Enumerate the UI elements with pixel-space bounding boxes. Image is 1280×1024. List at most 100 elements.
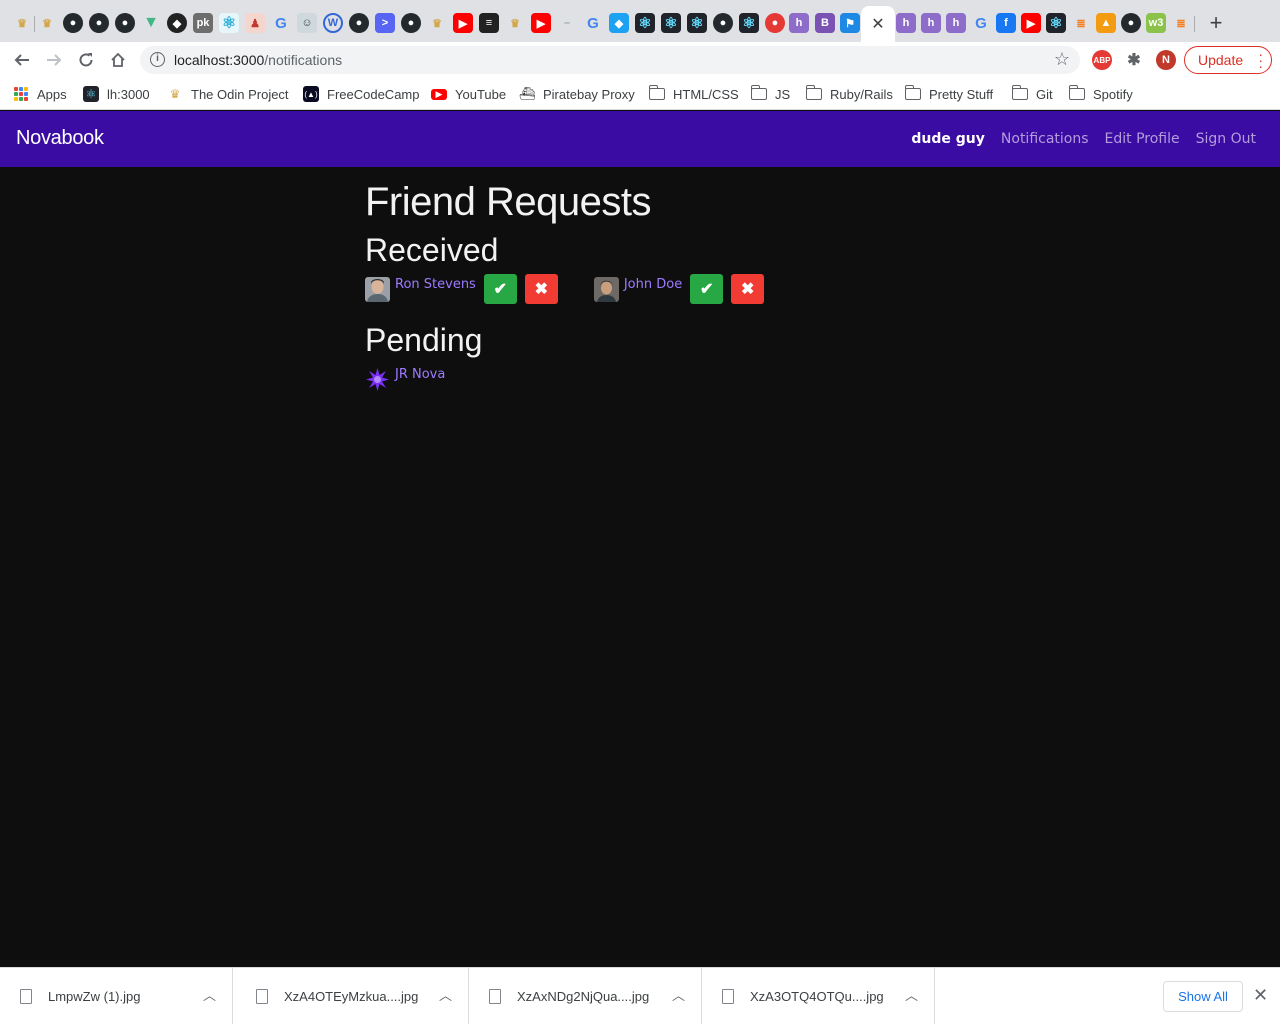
address-url: localhost:3000/notifications bbox=[174, 52, 343, 68]
accept-request-button[interactable]: ✔ bbox=[690, 274, 724, 304]
nav-sign-out[interactable]: Sign Out bbox=[1196, 131, 1256, 147]
bookmark-youtube[interactable]: ▶ YouTube bbox=[431, 84, 506, 104]
chevron-up-icon[interactable]: ︿ bbox=[203, 985, 216, 1004]
nav-current-user[interactable]: dude guy bbox=[911, 131, 985, 147]
decline-request-button[interactable]: ✖ bbox=[524, 274, 558, 304]
tab-heroku-icon[interactable]: h bbox=[896, 13, 916, 33]
tab-react-icon[interactable]: ⚛ bbox=[739, 13, 759, 33]
nav-notifications[interactable]: Notifications bbox=[1001, 131, 1089, 147]
tab-github-icon[interactable]: ● bbox=[89, 13, 109, 33]
tab-github-icon[interactable]: ● bbox=[401, 13, 421, 33]
tab-react-icon[interactable]: ⚛ bbox=[635, 13, 655, 33]
close-downloads-icon[interactable]: ✕ bbox=[1253, 985, 1268, 1006]
profile-avatar[interactable]: N bbox=[1156, 50, 1176, 70]
tab-odin-icon[interactable]: ♛ bbox=[37, 13, 57, 33]
download-filename: XzA3OTQ4OTQu....jpg bbox=[750, 989, 884, 1004]
tab-facebook-icon[interactable]: f bbox=[996, 13, 1016, 33]
chevron-up-icon[interactable]: ︿ bbox=[672, 985, 685, 1004]
tab-react-icon[interactable]: ⚛ bbox=[687, 13, 707, 33]
bookmark-star-icon[interactable]: ☆ bbox=[1054, 49, 1070, 70]
adblock-extension-icon[interactable]: ABP bbox=[1092, 50, 1112, 70]
bookmark-folder-ruby-rails[interactable]: Ruby/Rails bbox=[805, 84, 893, 104]
user-avatar[interactable] bbox=[365, 366, 390, 392]
tab-react-icon[interactable]: ⚛ bbox=[219, 13, 239, 33]
tab-react-icon[interactable]: ⚛ bbox=[1046, 13, 1066, 33]
tab-react-icon[interactable]: ⚛ bbox=[661, 13, 681, 33]
user-name-link[interactable]: Ron Stevens bbox=[395, 277, 476, 292]
bookmark-odin-project[interactable]: ♛ The Odin Project bbox=[167, 84, 289, 104]
tab-github-icon[interactable]: ● bbox=[1121, 13, 1141, 33]
download-item[interactable]: LmpwZw (1).jpg ︿ bbox=[0, 968, 233, 1024]
tab-bird-icon[interactable]: ◆ bbox=[609, 13, 629, 33]
tab-heroku-icon[interactable]: h bbox=[789, 13, 809, 33]
address-bar[interactable]: i localhost:3000/notifications ☆ bbox=[140, 46, 1080, 74]
tab-w3-icon[interactable]: w3 bbox=[1146, 13, 1166, 33]
user-avatar[interactable] bbox=[365, 276, 390, 302]
tab-odin-icon[interactable]: ♛ bbox=[505, 13, 525, 33]
tab-odin-icon[interactable]: ♛ bbox=[427, 13, 447, 33]
download-item[interactable]: XzAxNDg2NjQua....jpg ︿ bbox=[469, 968, 702, 1024]
tab-github-icon[interactable]: ● bbox=[63, 13, 83, 33]
back-arrow-icon[interactable] bbox=[10, 48, 34, 72]
brand-logo[interactable]: Novabook bbox=[16, 127, 104, 150]
tab-bootstrap-icon[interactable]: B bbox=[815, 13, 835, 33]
tab-youtube-icon[interactable]: ▶ bbox=[531, 13, 551, 33]
bookmark-apps[interactable]: Apps bbox=[14, 84, 67, 104]
tab-person-icon[interactable]: ♟ bbox=[245, 13, 265, 33]
decline-request-button[interactable]: ✖ bbox=[731, 274, 765, 304]
tab-stackoverflow-icon[interactable]: ≣ bbox=[1171, 13, 1191, 33]
chevron-up-icon[interactable]: ︿ bbox=[439, 985, 452, 1004]
tab-stackoverflow-icon[interactable]: ≣ bbox=[1071, 13, 1091, 33]
tab-heroku-icon[interactable]: h bbox=[921, 13, 941, 33]
tab-vue-icon[interactable]: ▼ bbox=[141, 13, 161, 33]
tab-google-icon[interactable]: G bbox=[971, 13, 991, 33]
close-icon: ✖ bbox=[534, 281, 549, 298]
bookmark-folder-git[interactable]: Git bbox=[1011, 84, 1053, 104]
tab-blank-icon[interactable]: – bbox=[557, 13, 577, 33]
tab-pk-icon[interactable]: pk bbox=[193, 13, 213, 33]
user-name-link[interactable]: John Doe bbox=[624, 277, 682, 292]
tab-heroku-icon[interactable]: h bbox=[946, 13, 966, 33]
download-filename: XzA4OTEyMzkua....jpg bbox=[284, 989, 419, 1004]
tab-triangle-icon[interactable]: ▲ bbox=[1096, 13, 1116, 33]
chevron-up-icon[interactable]: ︿ bbox=[905, 985, 918, 1004]
tab-avatar-icon[interactable]: ☺ bbox=[297, 13, 317, 33]
update-button[interactable]: Update · · · bbox=[1184, 46, 1272, 74]
tab-github-icon[interactable]: ● bbox=[713, 13, 733, 33]
folder-icon bbox=[1068, 85, 1085, 100]
tab-record-icon[interactable]: ● bbox=[765, 13, 785, 33]
tab-github-icon[interactable]: ● bbox=[349, 13, 369, 33]
download-item[interactable]: XzA3OTQ4OTQu....jpg ︿ bbox=[702, 968, 935, 1024]
bookmark-folder-spotify[interactable]: Spotify bbox=[1068, 84, 1133, 104]
tab-github-icon[interactable]: ● bbox=[115, 13, 135, 33]
bookmark-freecodecamp[interactable]: (▲) FreeCodeCamp bbox=[303, 84, 420, 104]
bookmark-piratebay[interactable]: ⛴ Piratebay Proxy bbox=[519, 84, 635, 104]
tab-google-icon[interactable]: G bbox=[583, 13, 603, 33]
tab-codepen-icon[interactable]: ◆ bbox=[167, 13, 187, 33]
user-name-link[interactable]: JR Nova bbox=[395, 367, 445, 382]
tab-w-icon[interactable]: W bbox=[323, 13, 343, 33]
tab-youtube-icon[interactable]: ▶ bbox=[1021, 13, 1041, 33]
tab-active-close-icon[interactable]: ✕ bbox=[861, 6, 895, 42]
tab-notion-icon[interactable]: ≡ bbox=[479, 13, 499, 33]
bookmark-folder-html-css[interactable]: HTML/CSS bbox=[648, 84, 739, 104]
tab-terminal-icon[interactable]: > bbox=[375, 13, 395, 33]
tab-flag-icon[interactable]: ⚑ bbox=[840, 13, 860, 33]
download-item[interactable]: XzA4OTEyMzkua....jpg ︿ bbox=[236, 968, 469, 1024]
nav-edit-profile[interactable]: Edit Profile bbox=[1105, 131, 1180, 147]
user-avatar[interactable] bbox=[593, 276, 619, 302]
reload-icon[interactable] bbox=[74, 48, 98, 72]
show-all-downloads-button[interactable]: Show All bbox=[1163, 981, 1243, 1012]
forward-arrow-icon[interactable] bbox=[42, 48, 66, 72]
tab-youtube-icon[interactable]: ▶ bbox=[453, 13, 473, 33]
bookmark-lh3000[interactable]: ⚛ lh:3000 bbox=[83, 84, 150, 104]
new-tab-button[interactable]: + bbox=[1204, 10, 1228, 35]
home-icon[interactable] bbox=[106, 48, 130, 72]
tab-odin-icon[interactable]: ♛ bbox=[12, 13, 32, 33]
accept-request-button[interactable]: ✔ bbox=[483, 274, 517, 304]
bookmark-folder-js[interactable]: JS bbox=[750, 84, 790, 104]
tab-google-icon[interactable]: G bbox=[271, 13, 291, 33]
extensions-puzzle-icon[interactable]: ✱ bbox=[1124, 50, 1144, 70]
site-info-icon[interactable]: i bbox=[150, 52, 165, 67]
bookmark-folder-pretty-stuff[interactable]: Pretty Stuff bbox=[904, 84, 993, 104]
